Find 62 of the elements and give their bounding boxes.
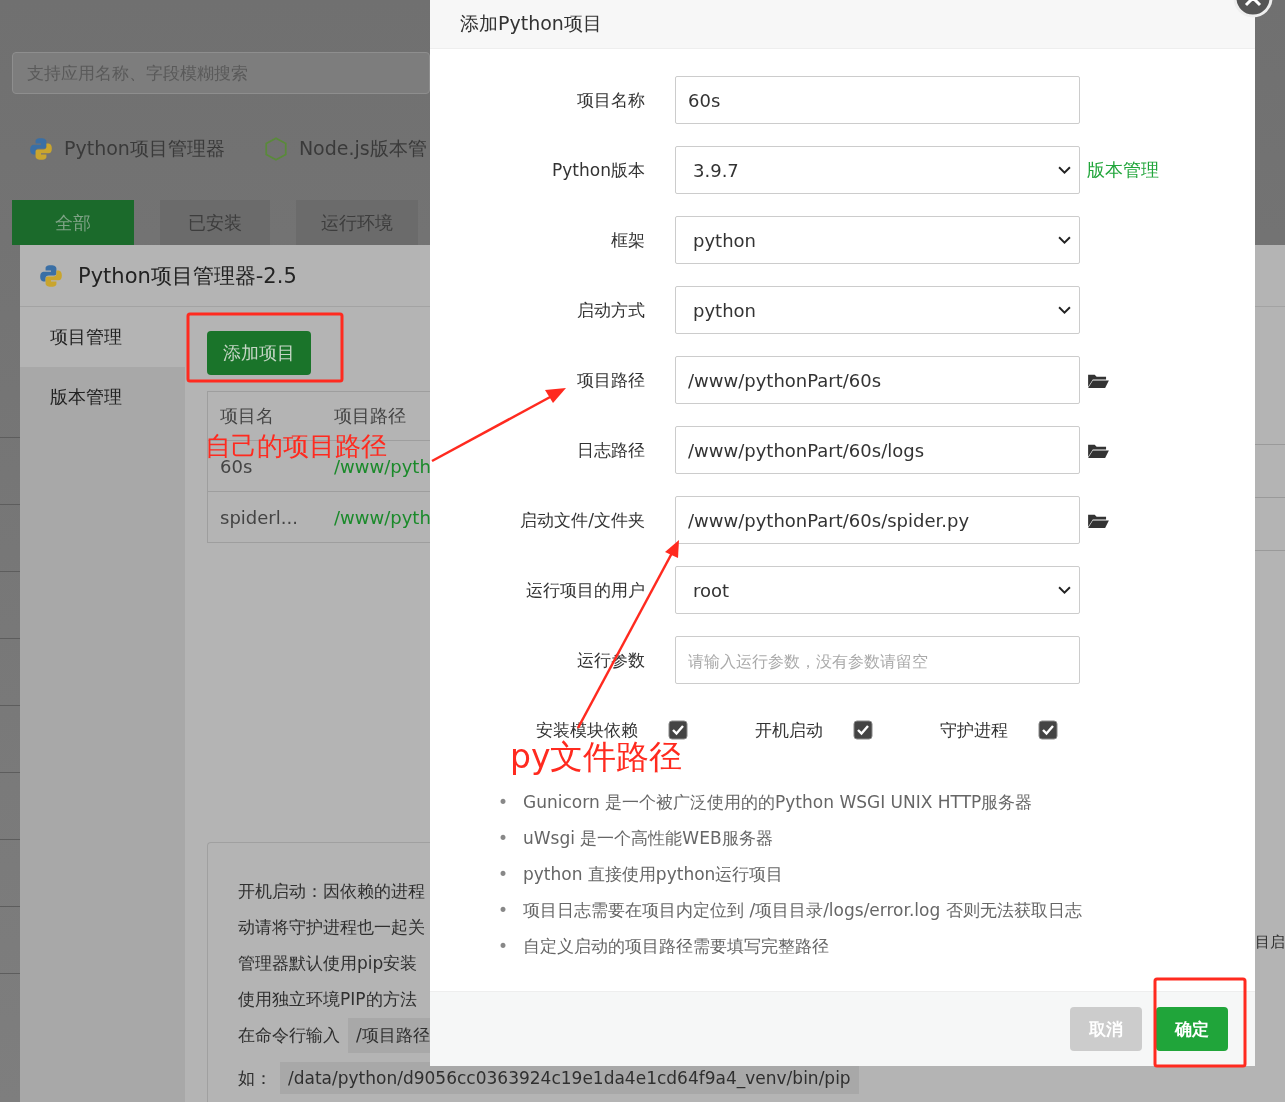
- table-cell-text: spiderl...: [220, 506, 299, 528]
- confirm-button[interactable]: 确定: [1156, 1007, 1228, 1051]
- input-field[interactable]: /www/pythonPart/60s/logs: [675, 426, 1080, 474]
- note-text: 使用独立环境PIP的方法: [238, 987, 417, 1011]
- note-text: 开机启动：因依赖的进程: [238, 879, 425, 903]
- note-text: 目启: [1255, 933, 1285, 952]
- bullet: •: [498, 791, 510, 814]
- note-text: 管理器默认使用pip安装: [238, 951, 418, 975]
- option-label: 开机启动: [755, 718, 823, 742]
- tip-text: python 直接使用python运行项目: [523, 863, 784, 886]
- select-field[interactable]: root: [675, 566, 1080, 614]
- column-header: 项目路径: [334, 404, 407, 428]
- annotation-text: py文件路径: [510, 740, 683, 773]
- checkbox[interactable]: [668, 720, 688, 740]
- field-label: Python版本: [551, 158, 645, 182]
- tip-text: 项目日志需要在项目内定位到 /项目目录/logs/error.log 否则无法获取日志: [523, 899, 1082, 922]
- note-text: 在命令行输入: [238, 1023, 340, 1047]
- hexagon-icon: [262, 136, 289, 162]
- chevron-icon: [1058, 585, 1071, 595]
- path-link[interactable]: /www/pyth: [334, 506, 431, 528]
- app-name[interactable]: Node.js版本管: [298, 136, 427, 162]
- add-project-button[interactable]: 添加项目: [207, 331, 311, 375]
- field-label: 启动文件/文件夹: [519, 508, 645, 532]
- option-label: 守护进程: [940, 718, 1008, 742]
- nav-item[interactable]: 项目管理: [20, 307, 185, 367]
- select-field[interactable]: python: [675, 216, 1080, 264]
- input-field[interactable]: 请输入运行参数，没有参数请留空: [675, 636, 1080, 684]
- bullet: •: [498, 935, 510, 958]
- select-field[interactable]: 3.9.7: [675, 146, 1080, 194]
- category-tab[interactable]: 全部: [12, 200, 134, 245]
- code-snippet: /data/python/d9056cc0363924c19e1da4e1cd64f9a4_venv/bin/pip: [280, 1062, 859, 1094]
- input-field[interactable]: /www/pythonPart/60s: [675, 356, 1080, 404]
- nav-item[interactable]: 版本管理: [20, 367, 185, 427]
- window-title: Python项目管理器-2.5: [78, 262, 297, 290]
- input-field[interactable]: 60s: [675, 76, 1080, 124]
- note-text: 动请将守护进程也一起关: [238, 915, 425, 939]
- bullet: •: [498, 827, 510, 850]
- chevron-icon: [1058, 165, 1071, 175]
- select-field[interactable]: python: [675, 286, 1080, 334]
- input-field[interactable]: /www/pythonPart/60s/spider.py: [675, 496, 1080, 544]
- bullet: •: [498, 899, 510, 922]
- field-label: 日志路径: [576, 438, 645, 462]
- field-label: 框架: [610, 228, 645, 252]
- tip-text: 自定义启动的项目路径需要填写完整路径: [523, 935, 829, 958]
- note-text: 如：: [238, 1066, 272, 1090]
- field-label: 启动方式: [576, 298, 645, 322]
- tip-text: Gunicorn 是一个被广泛使用的的Python WSGI UNIX HTTP服务器: [523, 791, 1033, 814]
- chevron-icon: [1058, 235, 1071, 245]
- checkbox[interactable]: [853, 720, 873, 740]
- column-header: 项目名: [220, 404, 275, 428]
- checkbox[interactable]: [1038, 720, 1058, 740]
- chevron-icon: [1058, 305, 1071, 315]
- field-label: 项目路径: [576, 368, 645, 392]
- python-logo-icon: [38, 262, 64, 289]
- bullet: •: [498, 863, 510, 886]
- field-label: 运行项目的用户: [525, 578, 645, 602]
- dialog-title: 添加Python项目: [460, 11, 602, 36]
- version-link[interactable]: 版本管理: [1087, 158, 1159, 182]
- python-logo-icon: [28, 136, 54, 162]
- field-label: 项目名称: [576, 88, 645, 112]
- app-name[interactable]: Python项目管理器: [64, 136, 225, 162]
- tip-text: uWsgi 是一个高性能WEB服务器: [523, 827, 773, 850]
